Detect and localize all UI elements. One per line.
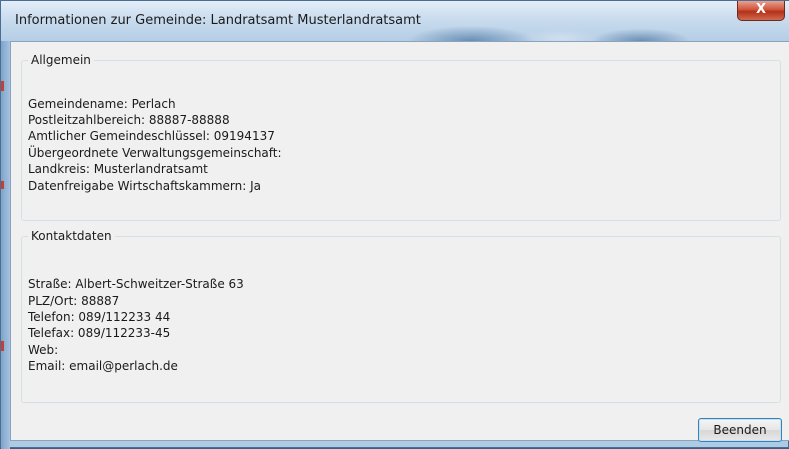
- telefax-text: Telefax: 089/112233-45: [28, 326, 171, 340]
- datenfreigabe-text: Datenfreigabe Wirtschaftskammern: Ja: [28, 179, 261, 193]
- border-accent: [1, 181, 4, 189]
- gemeindename-text: Gemeindename: Perlach: [28, 97, 176, 111]
- close-icon: X: [755, 2, 767, 17]
- window-left-border: [1, 41, 10, 449]
- email-text: Email: email@perlach.de: [28, 359, 178, 373]
- verwaltungsgemeinschaft-text: Übergeordnete Verwaltungsgemeinschaft:: [28, 146, 282, 160]
- plz-ort-text: PLZ/Ort: 88887: [28, 294, 120, 308]
- window-title: Informationen zur Gemeinde: Landratsamt …: [15, 13, 421, 28]
- strasse-text: Straße: Albert-Schweitzer-Straße 63: [28, 277, 244, 291]
- beenden-button[interactable]: Beenden: [698, 418, 782, 442]
- border-accent: [1, 341, 4, 351]
- allgemein-legend: Allgemein: [31, 53, 91, 67]
- kontaktdaten-legend: Kontaktdaten: [31, 229, 112, 243]
- title-bar[interactable]: Informationen zur Gemeinde: Landratsamt …: [1, 1, 789, 41]
- dialog-window: Informationen zur Gemeinde: Landratsamt …: [0, 0, 789, 449]
- landkreis-text: Landkreis: Musterlandratsamt: [28, 162, 208, 176]
- web-text: Web:: [28, 343, 59, 357]
- telefon-text: Telefon: 089/112233 44: [28, 310, 171, 324]
- gemeindeschluessel-text: Amtlicher Gemeindeschlüssel: 09194137: [28, 129, 275, 143]
- border-accent: [1, 81, 4, 91]
- postleitzahlbereich-text: Postleitzahlbereich: 88887-88888: [28, 113, 230, 127]
- window-close-button[interactable]: X: [737, 1, 785, 21]
